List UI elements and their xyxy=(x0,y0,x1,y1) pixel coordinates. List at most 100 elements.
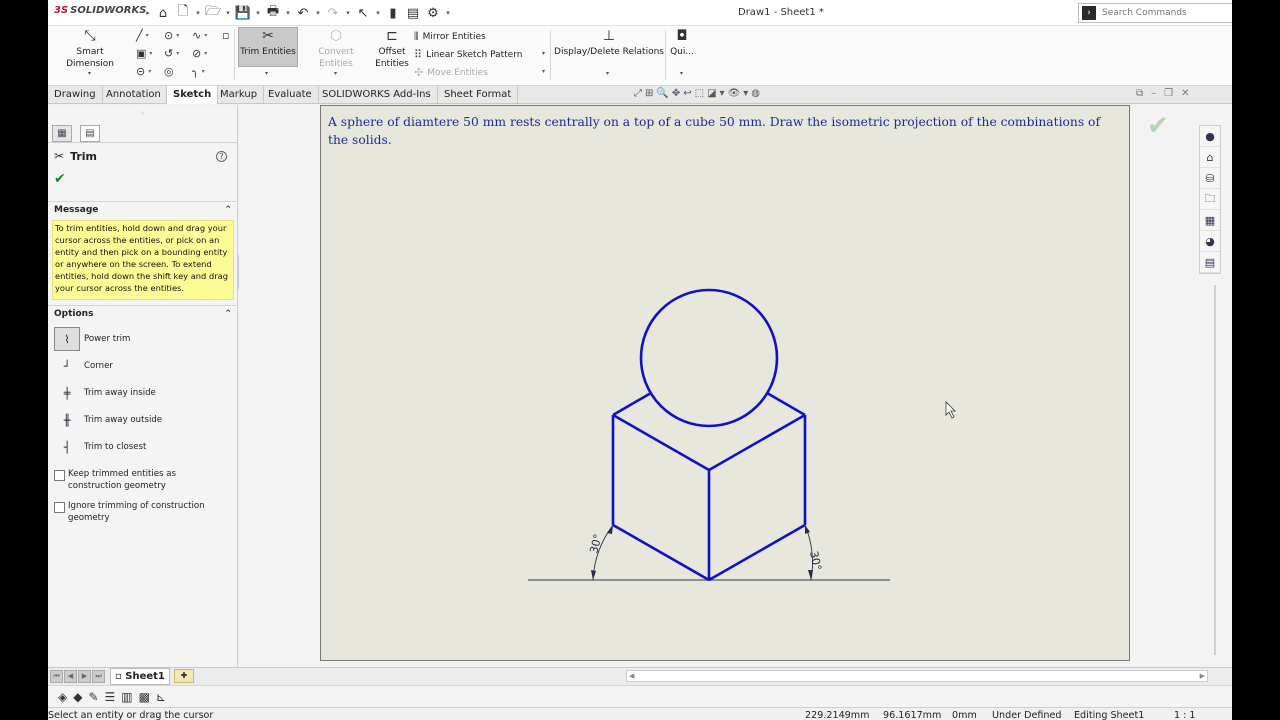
chevron-down-icon[interactable]: ▾ xyxy=(344,9,352,17)
custom-properties-icon[interactable]: ▤ xyxy=(1200,252,1220,273)
checkbox[interactable] xyxy=(54,470,65,481)
move-entities-button[interactable]: ✣ Move Entities xyxy=(414,66,488,79)
option-trim-to-closest[interactable]: ┤ Trim to closest xyxy=(54,435,234,459)
mirror-entities-button[interactable]: ⫴ Mirror Entities xyxy=(414,30,486,44)
pan-icon[interactable]: ✥ xyxy=(672,88,680,99)
redo-icon[interactable]: ↷ xyxy=(324,4,342,22)
menu-expand-icon[interactable]: ▸ xyxy=(144,9,152,17)
line-color-icon[interactable]: ◆ xyxy=(73,690,82,704)
smart-dimension-button[interactable]: ⤡ Smart Dimension xyxy=(52,28,128,70)
view-orientation-icon[interactable]: ⬚ xyxy=(695,88,704,99)
message-section-header[interactable]: Message ⌃ xyxy=(48,201,238,217)
point-tool[interactable]: ▫ xyxy=(222,29,229,42)
chevron-down-icon[interactable]: ▾ xyxy=(374,9,382,17)
hide-show-edges-icon[interactable]: ▥ xyxy=(121,690,132,704)
hide-show-icon[interactable]: 👁 xyxy=(728,88,741,99)
zoom-to-fit-icon[interactable]: ⤢ xyxy=(634,88,642,99)
ok-check-icon[interactable]: ✔ xyxy=(54,171,66,187)
tab-annotation[interactable]: Annotation xyxy=(100,86,168,104)
cube-edges[interactable] xyxy=(611,391,807,582)
help-icon[interactable]: ? xyxy=(216,151,227,162)
display-delete-relations-button[interactable]: ⊥ Display/Delete Relations xyxy=(554,28,664,58)
chevron-down-icon[interactable]: ▾ xyxy=(542,50,545,57)
cube-top-back-left-edge[interactable] xyxy=(612,391,652,417)
convert-entities-button[interactable]: ⬡ Convert Entities xyxy=(300,28,372,70)
option-corner[interactable]: ┘ Corner xyxy=(54,354,234,378)
arc-tool[interactable]: ↺ ▾ xyxy=(164,47,179,60)
chevron-down-icon[interactable]: ▾ xyxy=(720,88,725,99)
keep-trimmed-checkbox[interactable]: Keep trimmed entities as construction ge… xyxy=(54,468,188,492)
tab-markup[interactable]: Markup xyxy=(214,86,265,104)
graphics-area[interactable]: A sphere of diamtere 50 mm rests central… xyxy=(239,105,1232,667)
quick-snaps-button[interactable]: ◘ Qui... xyxy=(668,28,696,58)
tab-sheet-format[interactable]: Sheet Format xyxy=(438,86,519,104)
solidworks-logo[interactable]: 3S SOLIDWORKS xyxy=(54,5,146,16)
tile-icon[interactable]: ⧉ xyxy=(1136,88,1143,99)
zoom-icon[interactable]: 🔍 xyxy=(656,88,668,99)
chevron-down-icon[interactable]: ▾ xyxy=(88,70,91,77)
status-scale[interactable]: 1 : 1 xyxy=(1174,709,1196,720)
sphere-circle[interactable] xyxy=(639,288,779,428)
open-folder-icon[interactable]: 🗁 xyxy=(204,4,222,22)
slot-tool[interactable]: ⊝ ▾ xyxy=(136,65,151,78)
offset-entities-button[interactable]: ⊏ Offset Entities xyxy=(374,28,410,70)
design-library-icon[interactable]: ⛁ xyxy=(1200,168,1220,189)
view-palette-icon[interactable]: ▦ xyxy=(1200,210,1220,231)
chevron-down-icon[interactable]: ▾ xyxy=(224,9,232,17)
last-sheet-icon[interactable]: ⏭ xyxy=(92,670,105,683)
chevron-down-icon[interactable]: ▾ xyxy=(265,70,268,77)
polygon-tool[interactable]: ⊘ ▾ xyxy=(192,47,207,60)
line-thickness-icon[interactable]: ✎ xyxy=(88,690,98,704)
layer-properties-icon[interactable]: ◈ xyxy=(58,690,67,704)
select-arrow-icon[interactable]: ↖ xyxy=(354,4,372,22)
ignore-trimming-checkbox[interactable]: Ignore trimming of construction geometry xyxy=(54,500,208,524)
line-tool[interactable]: ╱ ▾ xyxy=(136,29,149,42)
add-sheet-icon[interactable]: ✚ xyxy=(174,669,194,683)
first-sheet-icon[interactable]: ⏮ xyxy=(50,670,63,683)
chevron-down-icon[interactable]: ▾ xyxy=(194,9,202,17)
rebuild-icon[interactable]: ▮ xyxy=(384,4,402,22)
file-explorer-icon[interactable]: 🗀 xyxy=(1200,189,1220,210)
chevron-down-icon[interactable]: ▾ xyxy=(606,70,609,77)
print-icon[interactable]: 🖶 xyxy=(264,4,282,22)
next-sheet-icon[interactable]: ▶ xyxy=(78,670,91,683)
spline-tool[interactable]: ∿ ▾ xyxy=(192,29,207,42)
scroll-right-icon[interactable]: ▶ xyxy=(1200,671,1205,681)
tab-solidworks-add-ins[interactable]: SOLIDWORKS Add-Ins xyxy=(316,86,438,104)
fillet-tool[interactable]: ╮ ▾ xyxy=(192,65,205,78)
previous-sheet-icon[interactable]: ◀ xyxy=(64,670,77,683)
right-angle-label[interactable]: 30° xyxy=(807,550,824,572)
drawing-sheet[interactable]: A sphere of diamtere 50 mm rests central… xyxy=(320,105,1130,661)
zoom-to-area-icon[interactable]: ⊞ xyxy=(645,88,653,99)
minimize-icon[interactable]: – xyxy=(1151,88,1156,99)
ellipse-tool[interactable]: ◎ xyxy=(164,65,174,78)
chevron-down-icon[interactable]: ▾ xyxy=(314,9,322,17)
home-icon[interactable]: ⌂ xyxy=(154,4,172,22)
left-angle-label[interactable]: 30° xyxy=(587,533,604,555)
appearance-icon[interactable]: ◍ xyxy=(751,88,760,99)
scroll-left-icon[interactable]: ◀ xyxy=(629,671,634,681)
new-document-icon[interactable]: 🗋 xyxy=(174,4,192,22)
linear-sketch-pattern-button[interactable]: ⠿ Linear Sketch Pattern xyxy=(414,48,522,61)
circle-tool[interactable]: ⊙ ▾ xyxy=(164,29,179,42)
search-commands[interactable]: › xyxy=(1078,3,1232,23)
file-properties-icon[interactable]: ▤ xyxy=(404,4,422,22)
appearances-icon[interactable]: ◕ xyxy=(1200,231,1220,252)
display-style-icon[interactable]: ◪ xyxy=(707,88,716,99)
color-display-mode-icon[interactable]: ▩ xyxy=(139,690,150,704)
chevron-down-icon[interactable]: ▾ xyxy=(284,9,292,17)
option-power-trim[interactable]: ⌇ Power trim xyxy=(54,327,234,351)
undo-icon[interactable]: ↶ xyxy=(294,4,312,22)
tab-drawing[interactable]: Drawing xyxy=(48,86,103,104)
align-icon[interactable]: ⊾ xyxy=(156,690,166,704)
search-input[interactable] xyxy=(1102,8,1222,18)
option-trim-away-outside[interactable]: ╫ Trim away outside xyxy=(54,408,234,432)
close-icon[interactable]: ✕ xyxy=(1181,88,1189,99)
line-style-icon[interactable]: ☰ xyxy=(105,690,116,704)
property-manager-tab[interactable]: ▤ xyxy=(80,125,100,142)
chevron-down-icon[interactable]: ▾ xyxy=(743,88,748,99)
chevron-down-icon[interactable]: ▾ xyxy=(334,70,337,77)
sheet1-tab[interactable]: ▫ Sheet1 xyxy=(110,668,170,685)
solidworks-resources-icon[interactable]: ● xyxy=(1200,126,1220,147)
restore-icon[interactable]: ❐ xyxy=(1164,88,1173,99)
